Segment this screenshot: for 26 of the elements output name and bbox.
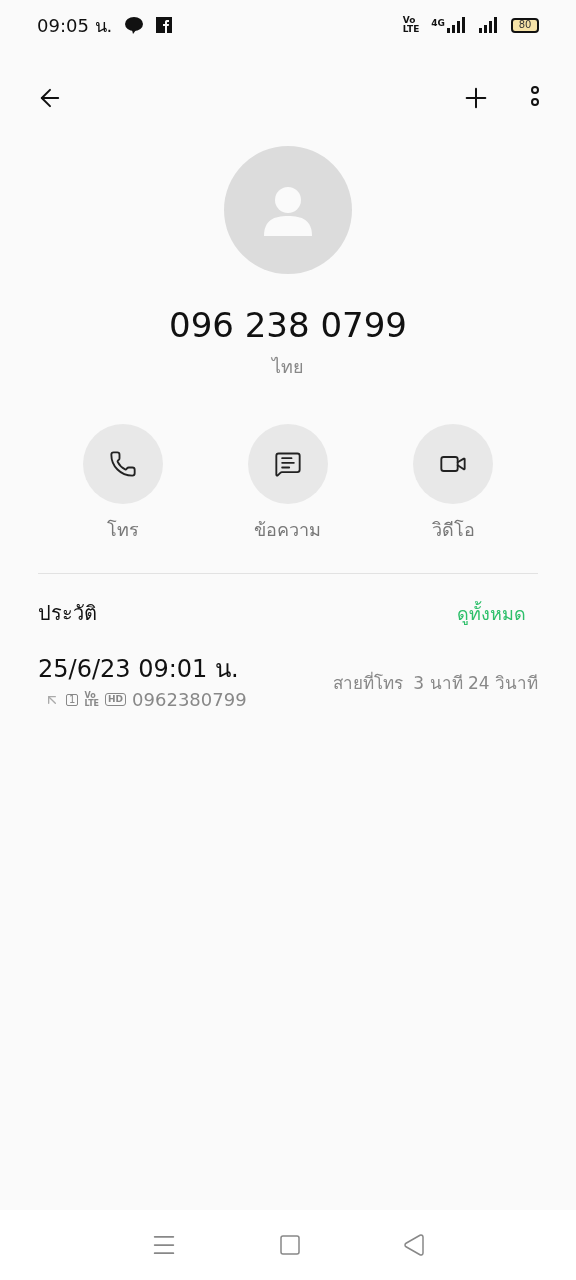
hd-badge: HD bbox=[105, 693, 127, 706]
signal-icon bbox=[479, 17, 499, 33]
f-logo-icon bbox=[156, 17, 173, 33]
person-icon bbox=[262, 184, 314, 236]
location-label: ไทย bbox=[272, 355, 304, 379]
history-title: ประวัติ bbox=[38, 600, 97, 627]
volte-label: Vo LTE bbox=[402, 16, 420, 34]
message-icon bbox=[274, 450, 302, 478]
call-duration: สายที่โทร 3 นาที 24 วินาที bbox=[332, 670, 538, 695]
phone-icon bbox=[108, 450, 137, 478]
battery-indicator: 80 bbox=[511, 17, 539, 33]
network-type: 4G bbox=[431, 17, 445, 30]
action-label: ข้อความ bbox=[254, 518, 322, 542]
action-label: วิดีโอ bbox=[431, 518, 475, 542]
phone-number: 096 238 0799 bbox=[169, 304, 407, 347]
sim-badge: 1 bbox=[66, 693, 79, 706]
signal-icon bbox=[447, 17, 467, 33]
volte-label: Vo LTE bbox=[84, 691, 100, 708]
history-entry[interactable]: 25/6/23 09:01 น. 1 Vo LTE HD 0962380799 สายที่โทร 3 นาที 24 วินาที bbox=[0, 654, 576, 713]
back-nav-icon[interactable] bbox=[402, 1233, 426, 1257]
call-number: 0962380799 bbox=[132, 688, 247, 712]
call-datetime: 25/6/23 09:01 น. bbox=[38, 654, 240, 684]
status-time: 09:05 น. bbox=[37, 13, 113, 38]
chat-bubble-icon bbox=[124, 16, 145, 34]
action-label: โทร bbox=[106, 518, 139, 542]
home-icon[interactable] bbox=[278, 1233, 302, 1257]
